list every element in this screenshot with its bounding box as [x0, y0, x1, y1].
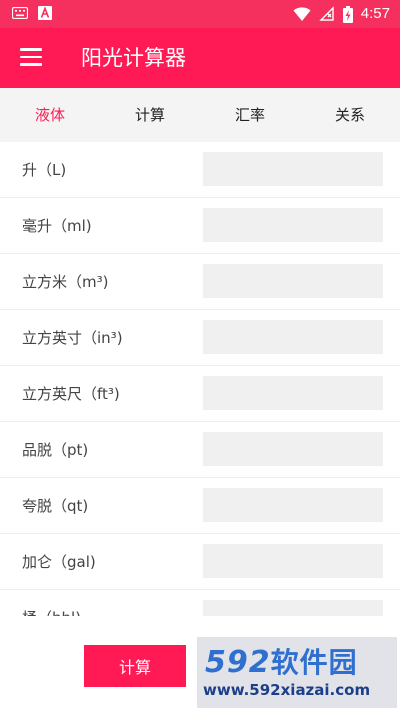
unit-label: 桶（bbl)	[22, 590, 81, 616]
calculate-button[interactable]: 计算	[84, 645, 186, 687]
unit-row-gallon: 加仑（gal)	[0, 534, 400, 590]
unit-label: 立方米（m³)	[22, 273, 109, 291]
unit-row-pint: 品脱（pt)	[0, 422, 400, 478]
status-bar: 4:57	[0, 0, 400, 28]
tab-liquid[interactable]: 液体	[0, 88, 100, 142]
menu-icon[interactable]	[20, 48, 42, 66]
battery-charging-icon	[342, 5, 353, 23]
unit-label: 毫升（ml)	[22, 217, 92, 235]
tab-calculate[interactable]: 计算	[100, 88, 200, 142]
unit-row-quart: 夸脱（qt)	[0, 478, 400, 534]
unit-row-cubic-meter: 立方米（m³)	[0, 254, 400, 310]
watermark-logo-number: 592	[205, 645, 271, 680]
tab-relationship[interactable]: 关系	[300, 88, 400, 142]
gallon-input[interactable]	[203, 544, 383, 578]
app-bar: 阳光计算器	[0, 28, 400, 88]
milliliter-input[interactable]	[203, 208, 383, 242]
tab-bar: 液体 计算 汇率 关系	[0, 88, 400, 142]
quart-input[interactable]	[203, 488, 383, 522]
pint-input[interactable]	[203, 432, 383, 466]
barrel-input[interactable]	[203, 600, 383, 616]
watermark-logo: 592软件园	[205, 641, 358, 681]
unit-row-liter: 升（L)	[0, 142, 400, 198]
watermark-url: www.592xiazai.com	[203, 681, 371, 699]
app-title: 阳光计算器	[81, 46, 186, 70]
wifi-icon	[293, 7, 311, 21]
unit-label: 品脱（pt)	[22, 441, 89, 459]
watermark-logo-text: 软件园	[270, 646, 358, 679]
cubic-inch-input[interactable]	[203, 320, 383, 354]
font-a-icon	[38, 6, 52, 20]
cubic-foot-input[interactable]	[203, 376, 383, 410]
keyboard-icon	[12, 7, 28, 19]
unit-row-barrel: 桶（bbl)	[0, 590, 400, 616]
unit-list: 升（L) 毫升（ml) 立方米（m³) 立方英寸（in³) 立方英尺（ft³) …	[0, 142, 400, 616]
watermark: 592软件园 www.592xiazai.com	[197, 637, 397, 708]
unit-label: 立方英寸（in³)	[22, 329, 123, 347]
tab-exchange-rate[interactable]: 汇率	[200, 88, 300, 142]
unit-row-cubic-foot: 立方英尺（ft³)	[0, 366, 400, 422]
unit-label: 立方英尺（ft³)	[22, 385, 120, 403]
unit-label: 加仑（gal)	[22, 553, 96, 571]
unit-row-cubic-inch: 立方英寸（in³)	[0, 310, 400, 366]
cubic-meter-input[interactable]	[203, 264, 383, 298]
liter-input[interactable]	[203, 152, 383, 186]
unit-label: 升（L)	[22, 161, 67, 179]
status-time: 4:57	[360, 5, 390, 22]
status-bar-left	[12, 6, 52, 20]
unit-row-milliliter: 毫升（ml)	[0, 198, 400, 254]
no-sim-icon	[319, 6, 334, 21]
status-bar-right: 4:57	[293, 4, 390, 24]
unit-label: 夸脱（qt)	[22, 497, 89, 515]
